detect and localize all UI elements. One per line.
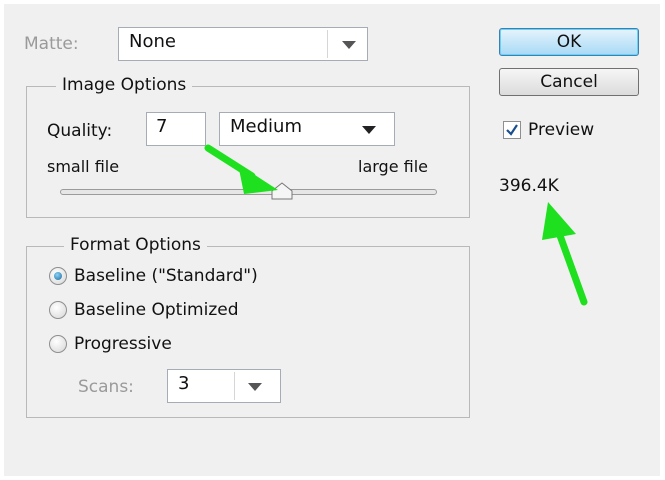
format-option-label: Progressive — [74, 334, 172, 354]
image-options-legend: Image Options — [56, 75, 193, 95]
scans-select-divider — [234, 372, 235, 400]
matte-select-value: None — [129, 31, 176, 52]
scans-label: Scans: — [78, 377, 134, 397]
checkbox-checked-icon[interactable] — [503, 121, 521, 139]
quality-preset-value: Medium — [230, 116, 302, 137]
preview-label: Preview — [528, 120, 595, 140]
quality-input-value: 7 — [156, 116, 168, 137]
ok-button[interactable]: OK — [499, 28, 639, 56]
file-size-readout: 396.4K — [499, 176, 559, 196]
annotation-arrow-icon — [204, 144, 278, 194]
annotation-arrow-icon — [542, 202, 588, 306]
matte-select-divider — [327, 30, 328, 58]
radio-icon[interactable] — [49, 301, 67, 319]
format-option-label: Baseline Optimized — [74, 300, 239, 320]
matte-select[interactable]: None — [118, 27, 368, 61]
jpeg-options-dialog: Matte: None Image Options Quality: 7 Med… — [4, 4, 660, 476]
matte-label: Matte: — [24, 34, 79, 54]
scans-select-value: 3 — [178, 373, 190, 394]
quality-input[interactable]: 7 — [146, 112, 206, 146]
chevron-down-icon[interactable] — [362, 126, 376, 134]
cancel-button[interactable]: Cancel — [499, 68, 639, 96]
large-file-label: large file — [358, 157, 428, 176]
scans-select[interactable]: 3 — [167, 369, 281, 403]
radio-icon[interactable] — [49, 335, 67, 353]
quality-preset-select[interactable]: Medium — [219, 112, 395, 146]
format-option-label: Baseline ("Standard") — [74, 266, 258, 286]
quality-label: Quality: — [47, 121, 113, 141]
format-options-legend: Format Options — [64, 235, 207, 255]
chevron-down-icon[interactable] — [248, 383, 262, 391]
chevron-down-icon[interactable] — [342, 41, 356, 49]
small-file-label: small file — [47, 157, 120, 176]
radio-selected-icon[interactable] — [49, 267, 67, 285]
